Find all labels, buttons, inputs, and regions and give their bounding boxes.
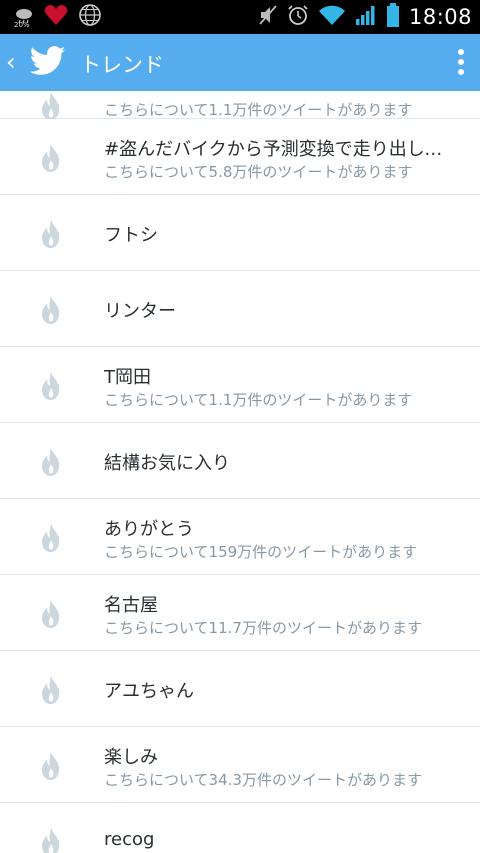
trend-flame-icon: [38, 371, 64, 401]
page-title: トレンド: [80, 53, 164, 77]
trend-tweet-count: こちらについて5.8万件のツイートがあります: [104, 163, 413, 181]
trend-row[interactable]: ありがとうこちらについて159万件のツイートがあります: [0, 499, 480, 575]
action-bar: ‹ トレンド: [0, 34, 480, 91]
trend-title: フトシ: [104, 225, 158, 246]
trend-title: 結構お気に入り: [104, 453, 230, 474]
trend-title: ありがとう: [104, 519, 194, 540]
trend-title: recog: [104, 829, 155, 850]
menu-dot: [458, 69, 464, 75]
battery-icon: [386, 3, 400, 31]
clock-time: 18:08: [408, 5, 472, 29]
trend-flame-icon: [38, 91, 64, 121]
trend-row[interactable]: 結構お気に入り: [0, 423, 480, 499]
overflow-menu-button[interactable]: [454, 47, 468, 79]
trend-row[interactable]: アユちゃん: [0, 651, 480, 727]
globe-icon: [78, 3, 102, 31]
trend-flame-icon: [38, 827, 64, 853]
trend-tweet-count: こちらについて1.1万件のツイートがあります: [104, 391, 413, 409]
trend-tweet-count: こちらについて159万件のツイートがあります: [104, 543, 418, 561]
trends-list-inner: こちらについて1.1万件のツイートがあります #盗んだバイクから予測変換で走り出し…: [0, 91, 480, 853]
trend-flame-icon: [38, 675, 64, 705]
trend-row[interactable]: リンター: [0, 271, 480, 347]
trend-title: 名古屋: [104, 595, 158, 616]
trend-row[interactable]: フトシ: [0, 195, 480, 271]
status-bar: 20% 18:08: [0, 0, 480, 34]
trend-row[interactable]: 楽しみこちらについて34.3万件のツイートがあります: [0, 727, 480, 803]
trend-tweet-count: こちらについて1.1万件のツイートがあります: [104, 101, 413, 119]
trend-flame-icon: [38, 599, 64, 629]
menu-dot: [458, 49, 464, 55]
trend-flame-icon: [38, 219, 64, 249]
twitter-bird-icon[interactable]: [29, 46, 66, 80]
status-bar-right: 18:08: [258, 3, 472, 31]
trend-row[interactable]: recog: [0, 803, 480, 853]
trend-row[interactable]: T岡田こちらについて1.1万件のツイートがあります: [0, 347, 480, 423]
trend-flame-icon: [38, 295, 64, 325]
trend-flame-icon: [38, 447, 64, 477]
trend-flame-icon: [38, 143, 64, 173]
trend-row[interactable]: 名古屋こちらについて11.7万件のツイートがあります: [0, 575, 480, 651]
trend-title: 楽しみ: [104, 747, 158, 768]
trend-flame-icon: [38, 523, 64, 553]
mute-icon: [258, 4, 278, 30]
trend-title: #盗んだバイクから予測変換で走り出して...: [104, 139, 456, 160]
trend-row[interactable]: こちらについて1.1万件のツイートがあります: [0, 91, 480, 121]
trends-list[interactable]: こちらについて1.1万件のツイートがあります #盗んだバイクから予測変換で走り出し…: [0, 91, 480, 853]
heart-icon: [44, 4, 68, 30]
trend-tweet-count: こちらについて34.3万件のツイートがあります: [104, 771, 422, 789]
weather-temp: 20%: [14, 21, 30, 29]
alarm-icon: [287, 4, 309, 30]
trend-tweet-count: こちらについて11.7万件のツイートがあります: [104, 619, 422, 637]
signal-icon: [355, 4, 377, 30]
menu-dot: [458, 59, 464, 65]
trend-flame-icon: [38, 751, 64, 781]
wifi-icon: [318, 4, 346, 30]
trend-title: T岡田: [104, 367, 151, 388]
back-button[interactable]: ‹: [6, 48, 16, 76]
trend-title: リンター: [104, 301, 176, 322]
trend-title: アユちゃん: [104, 681, 194, 702]
trend-row[interactable]: #盗んだバイクから予測変換で走り出して... こちらについて5.8万件のツイートが…: [0, 119, 480, 195]
